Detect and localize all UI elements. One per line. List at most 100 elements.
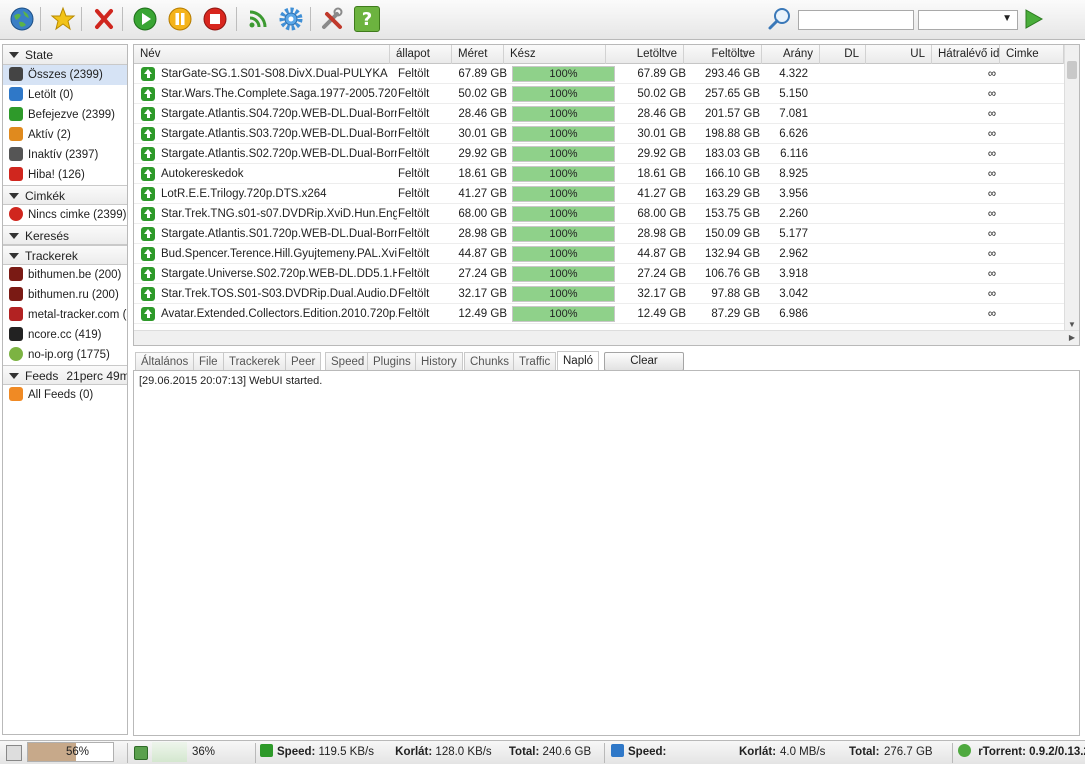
column-header[interactable]: UL — [866, 45, 932, 64]
table-row[interactable]: Avatar.Extended.Collectors.Edition.2010.… — [134, 304, 1064, 324]
table-row[interactable]: Bud.Spencer.Terence.Hill.Gyujtemeny.PAL.… — [134, 244, 1064, 264]
remove-icon[interactable] — [91, 6, 117, 32]
cell-downloaded: 12.49 GB — [637, 308, 686, 320]
labels-header[interactable]: Cimkék — [3, 185, 127, 205]
globe-icon[interactable] — [9, 6, 35, 32]
table-row[interactable]: Autokereskedok Feltölt 18.61 GB 18.61 GB 166… — [134, 164, 1064, 184]
tab[interactable]: Peer — [285, 352, 322, 371]
table-row[interactable]: Star.Trek.TNG.s01-s07.DVDRip.XviD.Hun.En… — [134, 204, 1064, 224]
go-arrow-icon[interactable] — [1020, 6, 1046, 32]
scroll-thumb[interactable] — [1067, 61, 1077, 79]
sidebar-item[interactable]: ncore.cc (419) — [3, 325, 127, 345]
rss-feed-icon — [9, 386, 23, 401]
scroll-down-icon[interactable]: ▼ — [1068, 320, 1076, 329]
column-header[interactable]: DL — [820, 45, 866, 64]
table-row[interactable]: Stargate.Atlantis.S01.720p.WEB-DL.Dual-B… — [134, 224, 1064, 244]
column-header[interactable]: Méret — [452, 45, 504, 64]
sidebar-item[interactable]: no-ip.org (1775) — [3, 345, 127, 365]
sidebar-item[interactable]: Letölt (0) — [3, 85, 127, 105]
help-icon[interactable]: ? — [354, 6, 380, 32]
cell-uploaded: 293.46 GB — [705, 68, 760, 80]
horizontal-scrollbar[interactable]: ▶ — [134, 330, 1079, 345]
upload-limit[interactable]: 128.0 KB/s — [435, 746, 491, 758]
progress-text: 100% — [549, 148, 578, 160]
tab[interactable]: Napló — [557, 351, 600, 372]
upload-stats: Speed: 119.5 KB/s Korlát: 128.0 KB/s Tot… — [260, 741, 600, 764]
table-row[interactable]: LotR.E.E.Trilogy.720p.DTS.x264 Feltölt 41.… — [134, 184, 1064, 204]
vertical-scrollbar[interactable]: ▼ — [1064, 45, 1079, 330]
column-header[interactable]: Név — [134, 45, 390, 64]
cell-ratio: 3.956 — [779, 188, 808, 200]
label-select[interactable]: ▼ — [918, 10, 1018, 30]
cell-name: Star.Trek.TOS.S01-S03.DVDRip.Dual.Audio.… — [161, 288, 397, 300]
progress-bar: 100% — [512, 86, 615, 102]
cell-name: Stargate.Atlantis.S01.720p.WEB-DL.Dual-B… — [161, 228, 397, 240]
table-row[interactable]: StarGate-SG.1.S01-S08.DivX.Dual-PULYKA Fe… — [134, 64, 1064, 84]
cell-name: Star.Wars.The.Complete.Saga.1977-2005.72… — [161, 88, 397, 100]
tab[interactable]: Chunks — [464, 352, 515, 371]
column-header[interactable]: Feltöltve — [684, 45, 762, 64]
tab[interactable]: Általános — [135, 352, 195, 371]
trackers-header[interactable]: Trackerek — [3, 245, 127, 265]
scroll-right-icon[interactable]: ▶ — [1069, 333, 1075, 342]
tab[interactable]: Trackerek — [223, 352, 286, 371]
cell-size: 68.00 GB — [458, 208, 507, 220]
rss-icon[interactable] — [245, 6, 271, 32]
sidebar-item[interactable]: Befejezve (2399) — [3, 105, 127, 125]
table-row[interactable]: Stargate.Atlantis.S03.720p.WEB-DL.Dual-B… — [134, 124, 1064, 144]
clear-button[interactable]: Clear — [604, 352, 684, 371]
stop-icon[interactable] — [202, 6, 228, 32]
gear-icon[interactable] — [278, 6, 304, 32]
star-icon[interactable] — [50, 6, 76, 32]
sidebar-item[interactable]: Aktív (2) — [3, 125, 127, 145]
cell-name: Autokereskedok — [161, 168, 244, 180]
sidebar-item[interactable]: metal-tracker.com (50) — [3, 305, 127, 325]
table-row[interactable]: Star.Wars.The.Complete.Saga.1977-2005.72… — [134, 84, 1064, 104]
pause-icon[interactable] — [167, 6, 193, 32]
no-ip-icon — [9, 346, 23, 361]
tab[interactable]: Traffic — [513, 352, 557, 371]
table-row[interactable]: Stargate.Atlantis.S02.720p.WEB-DL.Dual-B… — [134, 144, 1064, 164]
table-row[interactable]: Stargate.Universe.S02.720p.WEB-DL.DD5.1.… — [134, 264, 1064, 284]
sidebar-item[interactable]: bithumen.ru (200) — [3, 285, 127, 305]
sidebar-item[interactable]: Nincs cimke (2399) — [3, 205, 127, 225]
cell-downloaded: 27.24 GB — [637, 268, 686, 280]
disk-icon — [6, 745, 22, 761]
sidebar-item[interactable]: Hiba! (126) — [3, 165, 127, 185]
cell-state: Feltölt — [398, 248, 430, 260]
sidebar-item[interactable]: Inaktív (2397) — [3, 145, 127, 165]
tab[interactable]: History — [415, 352, 463, 371]
search-input[interactable] — [798, 10, 914, 30]
cell-downloaded: 28.46 GB — [637, 108, 686, 120]
table-row[interactable]: Stargate.Atlantis.S04.720p.WEB-DL.Dual-B… — [134, 104, 1064, 124]
bithumen-icon — [9, 266, 23, 281]
sidebar-item[interactable]: All Feeds (0) — [3, 385, 127, 405]
table-row[interactable]: Star.Trek.TOS.S01-S03.DVDRip.Dual.Audio.… — [134, 284, 1064, 304]
progress-bar: 100% — [512, 246, 615, 262]
column-header[interactable]: állapot — [390, 45, 452, 64]
magnifier-icon[interactable] — [767, 6, 793, 32]
column-header[interactable]: Arány — [762, 45, 820, 64]
feeds-header[interactable]: Feeds 21perc 49mp — [3, 365, 127, 385]
cell-name: LotR.E.E.Trilogy.720p.DTS.x264 — [161, 188, 327, 200]
state-header[interactable]: State — [3, 45, 127, 65]
column-header[interactable]: Kész — [504, 45, 606, 64]
tab[interactable]: Speed — [325, 352, 371, 371]
sort-desc-icon: ▽ — [740, 49, 747, 59]
cell-downloaded: 29.92 GB — [637, 148, 686, 160]
start-icon[interactable] — [132, 6, 158, 32]
column-header[interactable]: Hátralévő idő — [932, 45, 1000, 64]
cell-downloaded: 32.17 GB — [637, 288, 686, 300]
log-pane: [29.06.2015 20:07:13] WebUI started. — [133, 370, 1080, 736]
sidebar-item[interactable]: Összes (2399) — [3, 65, 127, 85]
cell-downloaded: 28.98 GB — [637, 228, 686, 240]
search-header[interactable]: Keresés — [3, 225, 127, 245]
download-limit[interactable]: 4.0 MB/s — [780, 741, 825, 764]
tab[interactable]: File — [193, 352, 224, 371]
upload-total: 240.6 GB — [542, 746, 592, 758]
sidebar-item[interactable]: bithumen.be (200) — [3, 265, 127, 285]
column-header[interactable]: Cimke — [1000, 45, 1064, 64]
tab[interactable]: Plugins — [367, 352, 417, 371]
tools-icon[interactable] — [319, 6, 345, 32]
column-header[interactable]: Letöltve — [606, 45, 684, 64]
